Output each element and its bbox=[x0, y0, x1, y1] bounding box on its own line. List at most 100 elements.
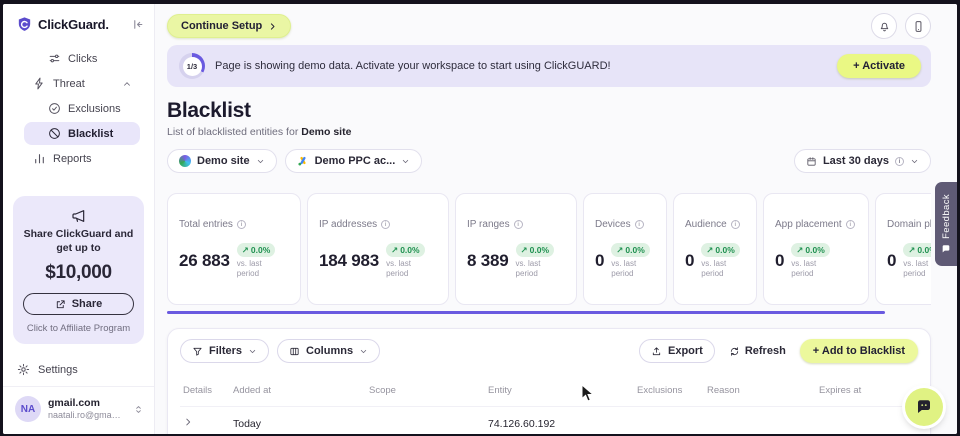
refresh-button-label: Refresh bbox=[745, 345, 786, 357]
horizontal-scrollbar-thumb[interactable] bbox=[167, 311, 885, 314]
row-entity: 74.126.60.192 bbox=[488, 418, 637, 430]
trend-up-icon: ↗ bbox=[521, 245, 528, 256]
share-button[interactable]: Share bbox=[23, 293, 134, 315]
funnel-icon bbox=[192, 346, 203, 357]
calendar-icon bbox=[806, 156, 817, 167]
sidebar-item-threat[interactable]: Threat bbox=[24, 72, 140, 95]
delta-badge: ↗0.0% bbox=[386, 243, 425, 257]
col-header-entity: Entity bbox=[488, 385, 637, 396]
delta-badge: ↗0.0% bbox=[903, 243, 931, 257]
vs-period-label: vs. last period bbox=[516, 259, 558, 278]
logo-text: ClickGuard. bbox=[38, 17, 109, 32]
ppc-account-dropdown[interactable]: Demo PPC ac... bbox=[285, 149, 423, 173]
col-header-reason: Reason bbox=[707, 385, 819, 396]
sidebar-item-label: Blacklist bbox=[68, 128, 113, 140]
chevron-down-icon bbox=[359, 347, 368, 356]
sidebar-item-exclusions[interactable]: Exclusions bbox=[24, 97, 140, 120]
chevron-updown-icon[interactable] bbox=[133, 404, 144, 415]
horizontal-scrollbar bbox=[167, 311, 931, 314]
columns-button[interactable]: Columns bbox=[277, 339, 380, 363]
user-account-row[interactable]: NA gmail.com naatali.ro@gmail.com bbox=[3, 386, 154, 434]
sidebar-item-settings[interactable]: Settings bbox=[3, 354, 154, 386]
delta-value: 0.0% bbox=[625, 245, 644, 255]
trend-up-icon: ↗ bbox=[616, 245, 623, 256]
export-button[interactable]: Export bbox=[639, 339, 715, 363]
logo-row: ClickGuard. bbox=[3, 4, 154, 41]
sidebar-item-reports[interactable]: Reports bbox=[24, 147, 140, 170]
info-icon[interactable] bbox=[635, 220, 644, 229]
chat-widget-button[interactable] bbox=[905, 388, 943, 426]
info-icon[interactable] bbox=[731, 220, 740, 229]
sidebar-item-clicks[interactable]: Clicks bbox=[24, 47, 140, 70]
devices-button[interactable] bbox=[905, 13, 931, 39]
delta-badge: ↗0.0% bbox=[611, 243, 650, 257]
col-header-details: Details bbox=[183, 385, 233, 396]
sidebar-item-label: Threat bbox=[53, 78, 85, 90]
feedback-chat-icon bbox=[941, 244, 951, 254]
activate-button[interactable]: + Activate bbox=[837, 54, 921, 78]
info-icon[interactable] bbox=[237, 220, 246, 229]
stat-label: IP ranges bbox=[467, 219, 510, 230]
site-selector-dropdown[interactable]: Demo site bbox=[167, 149, 277, 173]
sliders-icon bbox=[48, 52, 61, 65]
promo-line1: Share ClickGuard and bbox=[23, 227, 134, 241]
chat-bubble-icon bbox=[915, 398, 933, 416]
promo-amount: $10,000 bbox=[23, 262, 134, 284]
refresh-button[interactable]: Refresh bbox=[723, 340, 792, 362]
notifications-bell-button[interactable] bbox=[871, 13, 897, 39]
stat-label: App placement bbox=[775, 219, 842, 230]
threat-zap-icon bbox=[33, 77, 46, 90]
info-icon bbox=[895, 157, 904, 166]
stat-label: Audience bbox=[685, 219, 727, 230]
stat-label: IP addresses bbox=[319, 219, 377, 230]
delta-badge: ↗0.0% bbox=[701, 243, 740, 257]
clickguard-shield-logo-icon bbox=[16, 16, 33, 33]
page-subtitle: List of blacklisted entities for Demo si… bbox=[167, 126, 931, 138]
sidebar-collapse-icon[interactable] bbox=[131, 18, 144, 31]
row-details-toggle[interactable] bbox=[183, 417, 233, 430]
vs-period-label: vs. last period bbox=[237, 259, 279, 278]
stat-card-total-entries: Total entries 26 883 ↗0.0% vs. last peri… bbox=[167, 193, 301, 305]
main-content: Continue Setup 1/3 bbox=[155, 4, 957, 434]
trend-up-icon: ↗ bbox=[706, 245, 713, 256]
info-icon[interactable] bbox=[381, 220, 390, 229]
stat-value: 0 bbox=[685, 251, 694, 271]
setup-progress-value: 1/3 bbox=[183, 57, 202, 76]
sidebar-item-blacklist[interactable]: Blacklist bbox=[24, 122, 140, 145]
page-title: Blacklist bbox=[167, 99, 931, 123]
promo-footer-link[interactable]: Click to Affiliate Program bbox=[23, 323, 134, 334]
page-subtitle-site: Demo site bbox=[301, 126, 351, 138]
date-range-dropdown[interactable]: Last 30 days bbox=[794, 149, 931, 173]
col-header-scope: Scope bbox=[369, 385, 488, 396]
block-circle-icon bbox=[48, 127, 61, 140]
add-to-blacklist-button[interactable]: + Add to Blacklist bbox=[800, 339, 918, 363]
stat-value: 0 bbox=[595, 251, 604, 271]
feedback-tab[interactable]: Feedback bbox=[935, 182, 957, 266]
continue-setup-button[interactable]: Continue Setup bbox=[167, 14, 291, 38]
check-circle-icon bbox=[48, 102, 61, 115]
delta-value: 0.0% bbox=[530, 245, 549, 255]
filters-button[interactable]: Filters bbox=[180, 339, 269, 363]
setup-progress-ring: 1/3 bbox=[179, 53, 205, 79]
export-button-label: Export bbox=[668, 345, 703, 357]
delta-value: 0.0% bbox=[715, 245, 734, 255]
sidebar-item-label: Exclusions bbox=[68, 103, 121, 115]
share-icon bbox=[55, 299, 66, 310]
info-icon[interactable] bbox=[514, 220, 523, 229]
delta-value: 0.0% bbox=[251, 245, 270, 255]
vs-period-label: vs. last period bbox=[611, 259, 653, 278]
row-added-at: Today bbox=[233, 418, 369, 430]
info-icon[interactable] bbox=[846, 220, 855, 229]
stat-value: 0 bbox=[775, 251, 784, 271]
table-row[interactable]: Today 74.126.60.192 bbox=[180, 407, 918, 434]
user-email: naatali.ro@gmail.com bbox=[48, 410, 122, 421]
user-name: gmail.com bbox=[48, 397, 122, 410]
stat-value: 26 883 bbox=[179, 251, 230, 271]
vs-period-label: vs. last period bbox=[791, 259, 833, 278]
stat-label: Devices bbox=[595, 219, 631, 230]
vs-period-label: vs. last period bbox=[386, 259, 428, 278]
bell-icon bbox=[878, 20, 891, 33]
user-meta: gmail.com naatali.ro@gmail.com bbox=[48, 397, 122, 421]
scope-filter-row: Demo site Demo PPC ac... Last 30 days bbox=[167, 149, 931, 173]
stat-card-app-placement: App placement 0 ↗0.0% vs. last period bbox=[763, 193, 869, 305]
